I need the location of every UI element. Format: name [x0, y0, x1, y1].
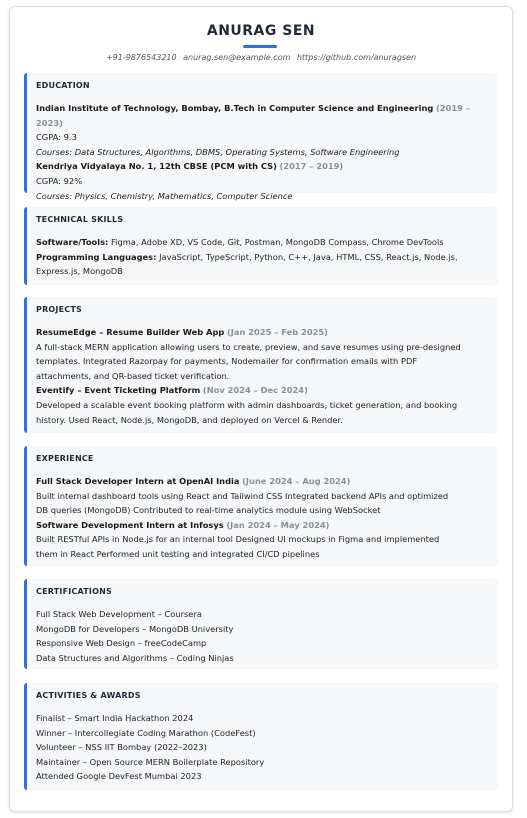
project-header: ResumeEdge – Resume Builder Web App (Jan…: [36, 325, 490, 340]
contact-email[interactable]: anurag.sen@example.com: [183, 53, 290, 62]
section-title-activities: ACTIVITIES & AWARDS: [36, 691, 141, 700]
section-title-education: EDUCATION: [36, 81, 90, 90]
experience-desc-line: Built internal dashboard tools using Rea…: [36, 490, 449, 501]
contact-line: +91-9876543210 anurag.sen@example.com ht…: [10, 53, 512, 62]
section-experience: EXPERIENCE Full Stack Developer Intern a…: [24, 446, 498, 566]
education-grade: CGPA: 92%: [36, 175, 83, 186]
experience-role: Software Development Intern at Infosys: [36, 519, 224, 530]
certification-item: Data Structures and Algorithms – Coding …: [36, 652, 234, 663]
project-desc-line: templates. Integrated Razorpay for payme…: [36, 356, 418, 367]
experience-header: Full Stack Developer Intern at OpenAI In…: [36, 474, 490, 489]
contact-github[interactable]: https://github.com/anuragsen: [297, 53, 416, 62]
activity-item: Volunteer – NSS IIT Bombay (2022–2023): [36, 742, 207, 753]
section-certifications: CERTIFICATIONS Full Stack Web Developmen…: [24, 579, 498, 669]
activity-item: Finalist – Smart India Hackathon 2024: [36, 713, 194, 723]
project-header: Eventify – Event Ticketing Platform (Nov…: [36, 383, 490, 398]
name-underline: [243, 45, 277, 48]
project-dates: (Jan 2025 – Feb 2025): [226, 327, 328, 337]
section-education: EDUCATION Indian Institute of Technology…: [24, 73, 498, 201]
skills-tools-value: Figma, Adobe XD, VS Code, Git, Postman, …: [110, 237, 444, 247]
skills-langs-value: JavaScript, TypeScript, Python, C++, Jav…: [159, 251, 458, 262]
section-title-skills: TECHNICAL SKILLS: [36, 215, 124, 224]
education-item: Indian Institute of Technology, Bombay, …: [36, 101, 490, 130]
activity-item: Attended Google DevFest Mumbai 2023: [36, 771, 202, 782]
skills-langs-value-cont: Express.js, MongoDB: [36, 266, 123, 277]
experience-desc-line: them in React Performed unit testing and…: [36, 548, 320, 559]
skills-langs-row: Programming Languages: JavaScript, TypeS…: [36, 250, 490, 265]
education-institution: Kendriya Vidyalaya No. 1, 12th CBSE (PCM…: [36, 161, 277, 172]
project-desc-line: A full-stack MERN application allowing u…: [36, 341, 461, 352]
activity-item: Maintainer – Open Source MERN Boilerplat…: [36, 756, 265, 767]
certification-item: Full Stack Web Development – Coursera: [36, 609, 202, 619]
skills-tools-row: Software/Tools: Figma, Adobe XD, VS Code…: [36, 235, 490, 250]
project-desc-line: Developed a scalable event booking platf…: [36, 399, 458, 410]
contact-phone: +91-9876543210: [105, 53, 177, 62]
education-courses: Courses: Data Structures, Algorithms, DB…: [36, 146, 400, 157]
education-courses: Courses: Physics, Chemistry, Mathematics…: [36, 190, 293, 201]
section-title-experience: EXPERIENCE: [36, 454, 94, 463]
skills-tools-label: Software/Tools:: [36, 237, 109, 247]
candidate-name: ANURAG SEN: [206, 23, 316, 39]
certification-item: MongoDB for Developers – MongoDB Univers…: [36, 623, 234, 634]
activity-item: Winner – Intercollegiate Coding Marathon…: [36, 727, 256, 738]
experience-dates: (Jan 2024 – May 2024): [226, 519, 330, 530]
resume-page: ANURAG SEN +91-9876543210 anurag.sen@exa…: [9, 6, 513, 812]
education-institution: Indian Institute of Technology, Bombay, …: [36, 103, 434, 113]
section-title-certifications: CERTIFICATIONS: [36, 587, 112, 596]
education-item: Kendriya Vidyalaya No. 1, 12th CBSE (PCM…: [36, 159, 490, 174]
project-desc-line: attachments, and QR-based ticket verific…: [36, 370, 230, 381]
project-dates: (Nov 2024 – Dec 2024): [202, 385, 308, 396]
project-name: Eventify – Event Ticketing Platform: [36, 385, 201, 396]
skills-langs-label: Programming Languages:: [36, 251, 157, 262]
experience-header: Software Development Intern at Infosys (…: [36, 518, 490, 533]
education-dates: (2017 – 2019): [279, 161, 344, 172]
experience-role: Full Stack Developer Intern at OpenAI In…: [36, 476, 240, 486]
certification-item: Responsive Web Design – freeCodeCamp: [36, 638, 207, 649]
section-activities-awards: ACTIVITIES & AWARDS Finalist – Smart Ind…: [24, 683, 498, 790]
project-desc-line: history. Used React, Node.js, MongoDB, a…: [36, 414, 343, 425]
section-title-projects: PROJECTS: [36, 305, 82, 314]
project-name: ResumeEdge – Resume Builder Web App: [36, 327, 225, 337]
education-grade: CGPA: 9.3: [36, 132, 77, 143]
section-technical-skills: TECHNICAL SKILLS Software/Tools: Figma, …: [24, 207, 498, 285]
experience-desc-line: DB queries (MongoDB) Contributed to real…: [36, 505, 381, 516]
experience-dates: (June 2024 – Aug 2024): [242, 476, 351, 486]
experience-desc-line: Built RESTful APIs in Node.js for an int…: [36, 534, 440, 545]
section-projects: PROJECTS ResumeEdge – Resume Builder Web…: [24, 297, 498, 433]
